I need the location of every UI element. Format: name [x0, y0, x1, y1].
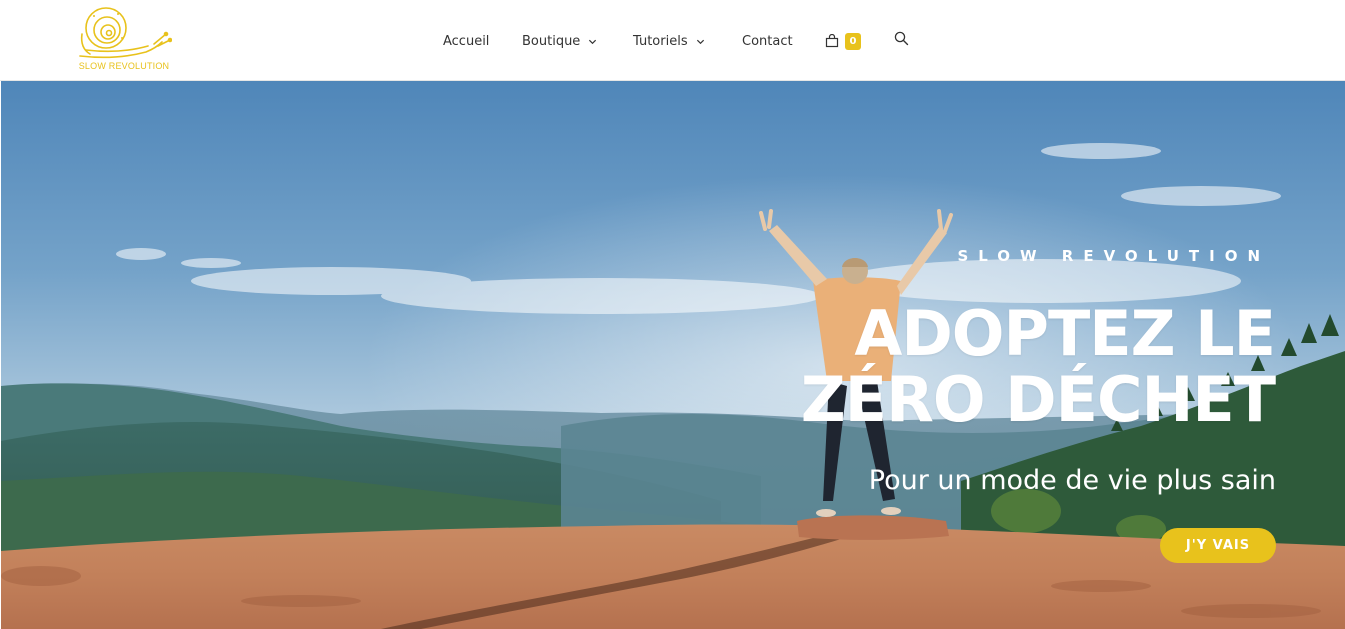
nav-item-label: Accueil: [443, 33, 490, 49]
nav-item-boutique[interactable]: Boutique: [522, 31, 597, 51]
hero-subtitle: Pour un mode de vie plus sain: [868, 465, 1276, 496]
search-button[interactable]: [894, 31, 910, 47]
search-icon: [894, 31, 909, 46]
chevron-down-icon: [696, 39, 704, 44]
chevron-down-icon: [589, 39, 597, 44]
cta-button[interactable]: J'Y VAIS: [1160, 528, 1276, 563]
nav-item-label: Tutoriels: [633, 33, 688, 49]
nav-item-label: Contact: [742, 33, 793, 49]
nav-item-contact[interactable]: Contact: [742, 31, 793, 51]
nav-item-tutoriels[interactable]: Tutoriels: [633, 31, 705, 51]
site-header: SLOW REVOLUTION Accueil Boutique Tutorie…: [0, 0, 1345, 81]
cart-count-badge: 0: [845, 32, 861, 50]
cart-button[interactable]: 0: [825, 30, 861, 52]
hero-title: ADOPTEZ LE ZÉRO DÉCHET: [800, 297, 1276, 436]
nav-item-accueil[interactable]: Accueil: [443, 31, 489, 51]
shopping-bag-icon: [825, 34, 839, 48]
main-nav: Accueil Boutique Tutoriels Contact 0: [0, 0, 1345, 80]
hero-kicker: SLOW REVOLUTION: [957, 247, 1270, 265]
nav-item-label: Boutique: [522, 33, 581, 49]
hero-banner: SLOW REVOLUTION ADOPTEZ LE ZÉRO DÉCHET P…: [1, 81, 1345, 629]
